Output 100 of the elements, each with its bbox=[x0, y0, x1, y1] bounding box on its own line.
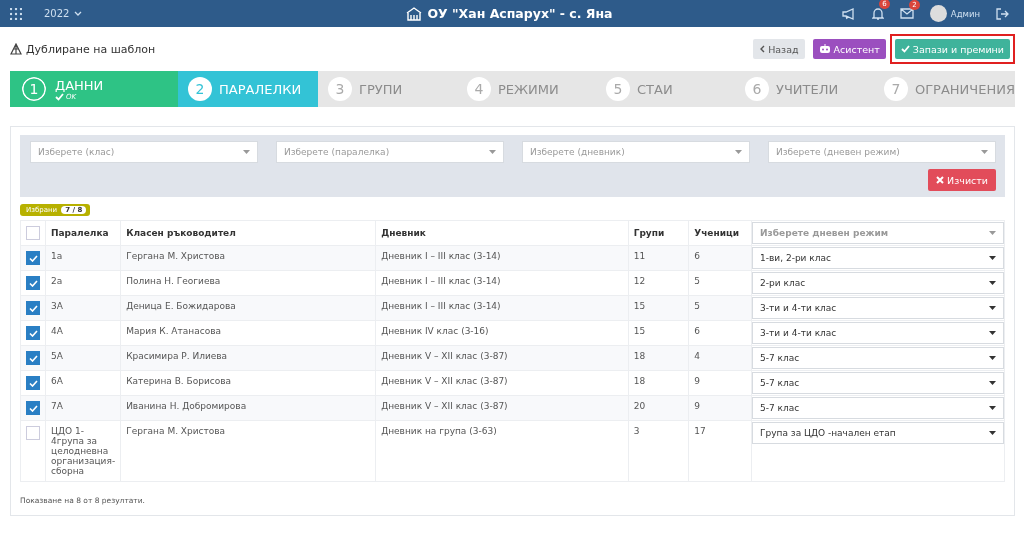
caret-icon bbox=[989, 331, 996, 335]
caret-icon bbox=[989, 431, 996, 435]
table-cell: 18 bbox=[633, 351, 646, 361]
chevron-left-icon bbox=[759, 45, 766, 53]
table-cell: 4 bbox=[694, 351, 700, 361]
table-cell: ЦДО 1-4група за целодневна организация-сборна bbox=[51, 426, 116, 476]
table-cell: Дневник I – III клас (3-14) bbox=[381, 301, 501, 311]
caret-icon bbox=[243, 150, 250, 154]
column-header: Дневник bbox=[375, 220, 629, 246]
logout-icon[interactable] bbox=[996, 7, 1009, 20]
table-cell: 3 bbox=[633, 426, 640, 436]
year-dropdown[interactable]: 2022 bbox=[44, 8, 83, 19]
wizard-step[interactable]: 2 ПАРАЛЕЛКИ bbox=[178, 71, 318, 107]
mode-select[interactable]: 5-7 клас bbox=[752, 372, 1004, 394]
apps-grid-icon[interactable] bbox=[10, 7, 22, 20]
filter-select[interactable]: Изберете (дневен режим) bbox=[768, 141, 996, 163]
megaphone-icon[interactable] bbox=[841, 7, 856, 20]
filter-select[interactable]: Изберете (паралелка) bbox=[276, 141, 504, 163]
table-cell: 9 bbox=[694, 401, 700, 411]
wizard-step[interactable]: 4 РЕЖИМИ bbox=[457, 71, 596, 107]
table-cell: Гергана М. Христова bbox=[126, 426, 226, 436]
caret-icon bbox=[74, 10, 83, 17]
caret-icon bbox=[489, 150, 496, 154]
column-header: Ученици bbox=[688, 220, 752, 246]
table-cell: 6 bbox=[694, 326, 700, 336]
mode-select[interactable]: Изберете дневен режим bbox=[752, 222, 1004, 244]
table-cell: 6А bbox=[51, 376, 63, 386]
caret-icon bbox=[989, 281, 996, 285]
save-button[interactable]: Запази и премини bbox=[894, 39, 1010, 59]
select-all-checkbox[interactable] bbox=[26, 226, 40, 240]
table-cell: 5 bbox=[694, 276, 700, 286]
table-cell: 12 bbox=[633, 276, 646, 286]
table-cell: Дневник I – III клас (3-14) bbox=[381, 251, 501, 261]
table-cell: Деница Е. Божидарова bbox=[126, 301, 236, 311]
mode-select[interactable]: 3-ти и 4-ти клас bbox=[752, 297, 1004, 319]
table-cell: 11 bbox=[633, 251, 646, 261]
table-cell: Дневник IV клас (3-16) bbox=[381, 326, 489, 336]
back-button[interactable]: Назад bbox=[753, 39, 805, 59]
wizard-step[interactable]: 7 ОГРАНИЧЕНИЯ bbox=[873, 71, 1015, 107]
caret-icon bbox=[989, 231, 996, 235]
row-checkbox[interactable] bbox=[26, 351, 40, 365]
mode-select[interactable]: 3-ти и 4-ти клас bbox=[752, 322, 1004, 344]
bell-icon[interactable] bbox=[871, 7, 884, 20]
page-title: Дублиране на шаблон bbox=[26, 42, 156, 56]
user-name[interactable]: Админ bbox=[950, 8, 980, 19]
mode-select[interactable]: Група за ЦДО -начален етап bbox=[752, 422, 1004, 444]
mode-select[interactable]: 1-ви, 2-ри клас bbox=[752, 247, 1004, 269]
row-checkbox[interactable] bbox=[26, 426, 40, 440]
wizard-step[interactable]: 6 УЧИТЕЛИ bbox=[734, 71, 874, 107]
caret-icon bbox=[735, 150, 742, 154]
column-header: Класен ръководител bbox=[120, 220, 376, 246]
table-cell: 9 bbox=[694, 376, 700, 386]
row-checkbox[interactable] bbox=[26, 301, 40, 315]
table-cell: 17 bbox=[694, 426, 706, 436]
table-cell: 1а bbox=[51, 251, 63, 261]
table-cell: 15 bbox=[633, 301, 646, 311]
template-icon bbox=[10, 43, 22, 55]
caret-icon bbox=[981, 150, 988, 154]
filter-select[interactable]: Изберете (клас) bbox=[30, 141, 258, 163]
mode-select[interactable]: 5-7 клас bbox=[752, 397, 1004, 419]
caret-icon bbox=[989, 256, 996, 260]
envelope-icon[interactable] bbox=[899, 8, 914, 19]
row-checkbox[interactable] bbox=[26, 401, 40, 415]
clear-button[interactable]: Изчисти bbox=[928, 169, 996, 191]
mode-select[interactable]: 5-7 клас bbox=[752, 347, 1004, 369]
table-cell: 4А bbox=[51, 326, 63, 336]
row-checkbox[interactable] bbox=[26, 251, 40, 265]
robot-icon bbox=[818, 44, 831, 54]
row-checkbox[interactable] bbox=[26, 276, 40, 290]
table-cell: Гергана М. Христова bbox=[126, 251, 226, 261]
caret-icon bbox=[989, 356, 996, 360]
wizard-step[interactable]: 5 СТАИ bbox=[595, 71, 735, 107]
table-cell: 6 bbox=[694, 251, 700, 261]
table-cell: Полина Н. Геогиева bbox=[126, 276, 221, 286]
caret-icon bbox=[989, 306, 996, 310]
table-cell: 18 bbox=[633, 376, 646, 386]
table-cell: 5 bbox=[694, 301, 700, 311]
caret-icon bbox=[989, 381, 996, 385]
check-icon bbox=[900, 45, 910, 53]
wizard-step[interactable]: 3 ГРУПИ bbox=[318, 71, 457, 107]
table-cell: Дневник V – XII клас (3-87) bbox=[381, 401, 508, 411]
table-cell: 20 bbox=[633, 401, 646, 411]
table-cell: 3А bbox=[51, 301, 63, 311]
mode-select[interactable]: 2-ри клас bbox=[752, 272, 1004, 294]
table-cell: Катерина В. Борисова bbox=[126, 376, 232, 386]
avatar-icon[interactable] bbox=[929, 5, 947, 22]
assistant-button[interactable]: Асистент bbox=[812, 39, 886, 59]
caret-icon bbox=[989, 406, 996, 410]
table-cell: Дневник I – III клас (3-14) bbox=[381, 276, 501, 286]
check-icon bbox=[55, 92, 64, 101]
filter-select[interactable]: Изберете (дневник) bbox=[522, 141, 750, 163]
column-header: Паралелка bbox=[45, 220, 121, 246]
column-header: Групи bbox=[628, 220, 689, 246]
row-checkbox[interactable] bbox=[26, 376, 40, 390]
close-icon bbox=[936, 176, 945, 184]
school-title: ОУ "Хан Аспарух" - с. Яна bbox=[427, 6, 613, 21]
row-checkbox[interactable] bbox=[26, 326, 40, 340]
table-cell: 2а bbox=[51, 276, 63, 286]
school-building-icon bbox=[406, 6, 423, 21]
table-cell: 15 bbox=[633, 326, 646, 336]
